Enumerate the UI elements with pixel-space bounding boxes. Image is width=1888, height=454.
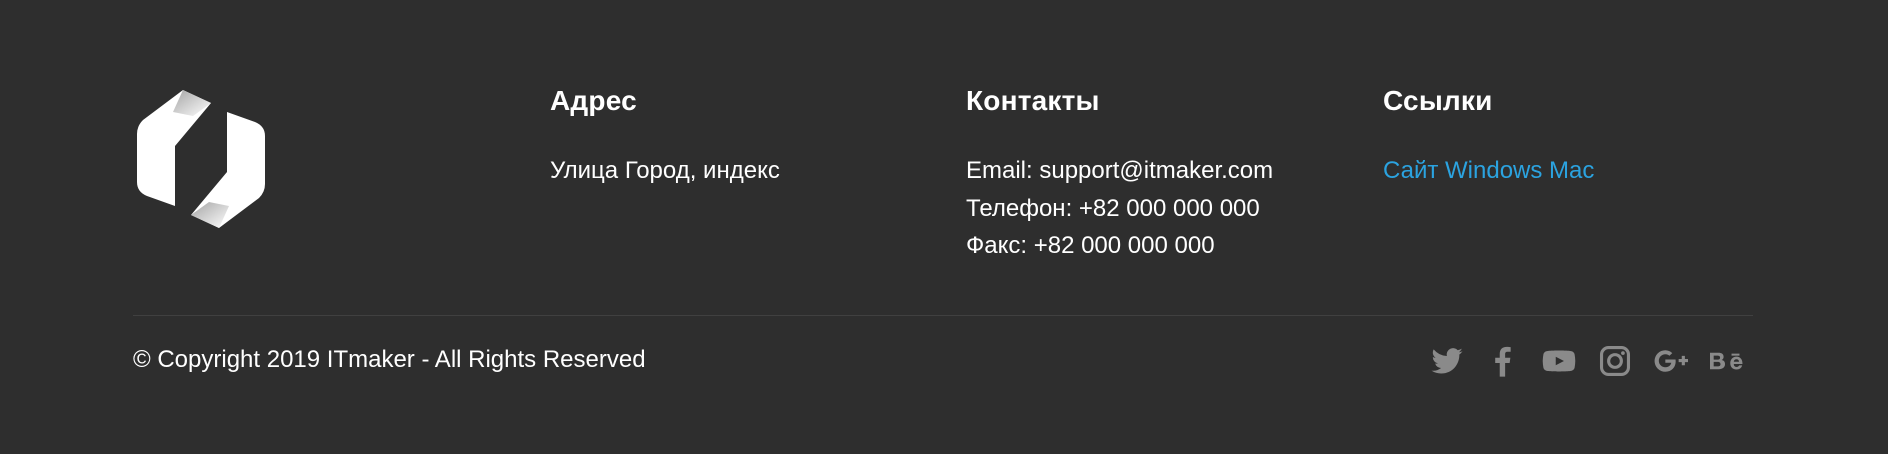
footer-divider: [133, 315, 1753, 316]
facebook-link[interactable]: [1486, 344, 1520, 378]
contact-phone: Телефон: +82 000 000 000: [966, 194, 1260, 222]
behance-icon: [1710, 352, 1743, 370]
address-column: Адрес Улица Город, индекс: [550, 84, 780, 190]
twitter-icon: [1431, 348, 1463, 374]
instagram-icon: [1599, 345, 1631, 377]
instagram-link[interactable]: [1598, 344, 1632, 378]
contacts-heading: Контакты: [966, 85, 1100, 116]
address-heading: Адрес: [550, 85, 637, 116]
link-windows-mac[interactable]: Сайт Windows Mac: [1383, 157, 1594, 184]
logo-text: IT: [179, 134, 223, 190]
social-links: [1430, 344, 1744, 378]
twitter-link[interactable]: [1430, 344, 1464, 378]
copyright-text: © Copyright 2019 ITmaker - All Rights Re…: [133, 346, 646, 373]
contacts-column: Контакты Email: support@itmaker.com Теле…: [966, 84, 1273, 265]
contact-email: Email: support@itmaker.com: [966, 157, 1274, 184]
itmaker-logo[interactable]: IT: [133, 86, 269, 232]
site-footer: IT Адрес Улица Город, индекс Контакты Em…: [0, 0, 1888, 454]
google-plus-link[interactable]: [1654, 344, 1688, 378]
youtube-icon: [1542, 350, 1576, 372]
youtube-link[interactable]: [1542, 344, 1576, 378]
links-heading: Ссылки: [1383, 85, 1493, 116]
behance-link[interactable]: [1710, 344, 1744, 378]
facebook-icon: [1495, 346, 1511, 377]
links-column: Ссылки Сайт Windows Mac: [1383, 84, 1594, 190]
google-plus-icon: [1654, 350, 1688, 372]
address-line: Улица Город, индекс: [550, 157, 780, 184]
contact-fax: Факс: +82 000 000 000: [966, 232, 1215, 259]
